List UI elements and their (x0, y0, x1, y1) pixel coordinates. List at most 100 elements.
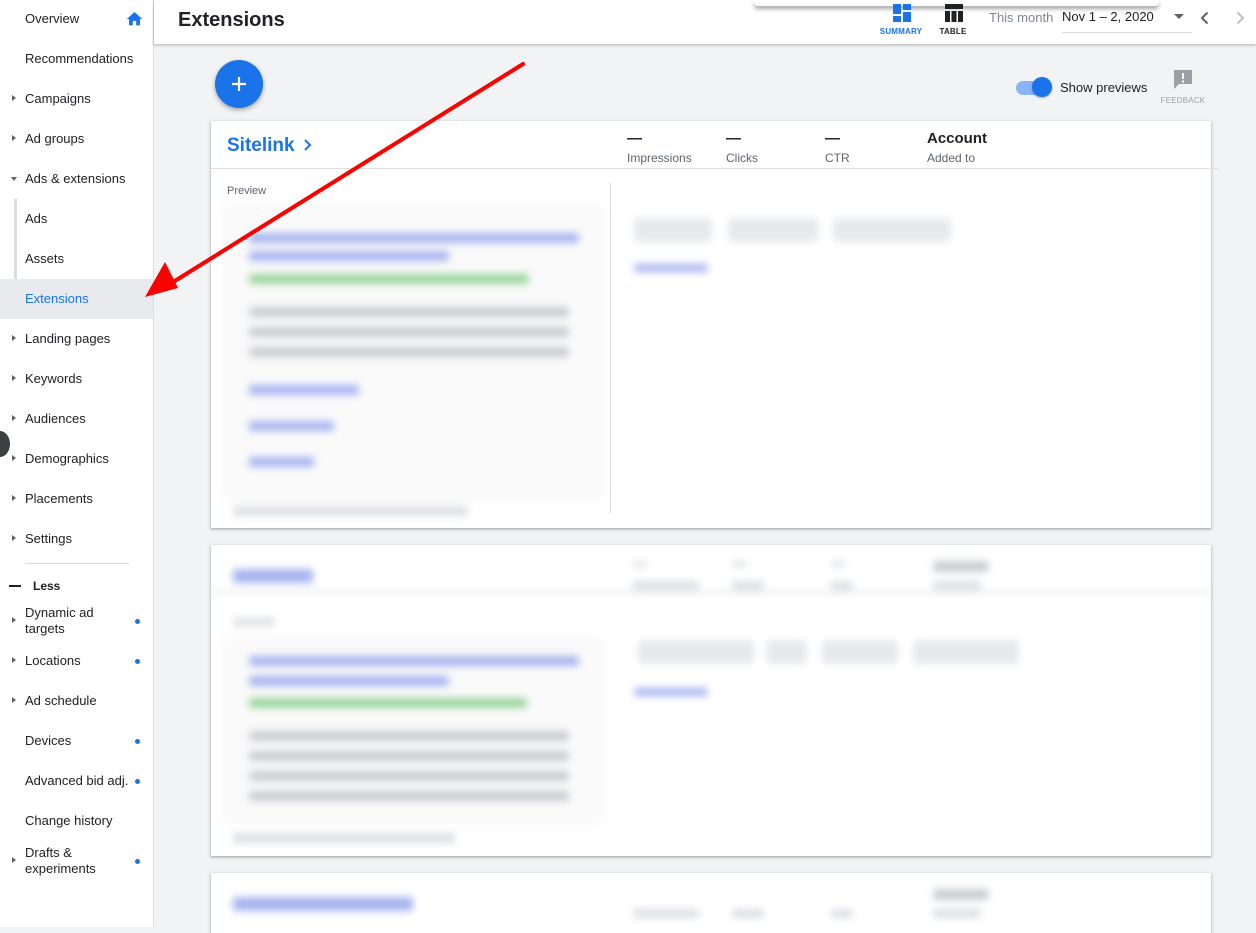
sidebar-item-label: Ad schedule (25, 693, 97, 708)
table-icon (945, 4, 963, 22)
sidebar-item-label: Ad groups (25, 131, 85, 146)
stat-name: Added to (927, 151, 976, 165)
sidebar-item-dynamic-ad-targets[interactable]: Dynamic ad targets (0, 601, 153, 641)
chevron-left-icon[interactable] (1197, 10, 1213, 26)
sidebar-item-label: Extensions (25, 291, 89, 306)
sidebar-item-label: Ads & extensions (25, 171, 126, 186)
sidebar: Overview Recommendations Campaigns Ad group… (0, 0, 154, 927)
date-range-picker[interactable]: Nov 1 – 2, 2020 (1062, 8, 1192, 33)
sidebar-item-assets[interactable]: Assets (0, 239, 153, 279)
caret-right-icon (12, 375, 16, 381)
dropdown-arrow-icon (1174, 14, 1184, 19)
extension-card-blurred (211, 873, 1211, 933)
less-label: Less (33, 579, 61, 593)
sidebar-item-ads-extensions[interactable]: Ads & extensions (0, 159, 153, 199)
sidebar-item-label: Advanced bid adj. (25, 773, 129, 788)
sidebar-item-label: Audiences (25, 411, 86, 426)
caret-right-icon (12, 95, 16, 101)
sidebar-item-label: Recommendations (25, 51, 134, 66)
page-header: Extensions SUMMARY TABLE This month Nov … (154, 0, 1256, 44)
sidebar-item-recommendations[interactable]: Recommendations (0, 39, 153, 79)
stat-impressions: — Impressions (627, 130, 692, 165)
sidebar-item-locations[interactable]: Locations (0, 641, 153, 681)
sidebar-item-audiences[interactable]: Audiences (0, 399, 153, 439)
summary-view-button[interactable]: SUMMARY (876, 0, 926, 44)
sidebar-item-campaigns[interactable]: Campaigns (0, 79, 153, 119)
sidebar-item-label: Assets (25, 251, 65, 266)
status-dot-icon (135, 738, 140, 744)
sidebar-item-label: Dynamic ad targets (25, 605, 94, 636)
show-previews-toggle[interactable] (1016, 77, 1054, 99)
sidebar-item-ads[interactable]: Ads (0, 199, 153, 239)
caret-right-icon (12, 455, 16, 461)
plus-icon (232, 77, 246, 91)
stat-value: — (627, 130, 642, 147)
extension-card-title-link[interactable]: Sitelink (227, 135, 314, 157)
sidebar-item-label: Overview (25, 11, 80, 26)
sidebar-item-keywords[interactable]: Keywords (0, 359, 153, 399)
sidebar-item-demographics[interactable]: Demographics (0, 439, 153, 479)
caret-right-icon (12, 335, 16, 341)
caret-down-icon (11, 177, 17, 181)
sidebar-item-placements[interactable]: Placements (0, 479, 153, 519)
less-toggle[interactable]: Less (0, 574, 153, 598)
sidebar-item-label: Devices (25, 733, 72, 748)
show-previews-label: Show previews (1060, 80, 1148, 95)
sidebar-item-extensions[interactable]: Extensions (0, 279, 153, 319)
blurred-card-content (211, 873, 1211, 933)
sidebar-item-label: Placements (25, 491, 93, 506)
sidebar-item-drafts-experiments[interactable]: Drafts & experiments (0, 841, 153, 881)
summary-label: SUMMARY (879, 27, 923, 36)
feedback-button[interactable]: FEEDBACK (1158, 68, 1208, 108)
add-extension-button[interactable] (215, 60, 263, 108)
nav-divider (25, 563, 129, 564)
chevron-right-icon[interactable] (1232, 10, 1248, 26)
stat-value: — (825, 130, 840, 147)
table-view-button[interactable]: TABLE (928, 0, 978, 44)
caret-right-icon (12, 697, 16, 703)
status-dot-icon (135, 618, 140, 624)
stat-added-to: Account Added to (927, 130, 987, 165)
sidebar-item-ad-schedule[interactable]: Ad schedule (0, 681, 153, 721)
caret-right-icon (12, 495, 16, 501)
sidebar-item-overview[interactable]: Overview (0, 0, 153, 39)
feedback-label: FEEDBACK (1160, 96, 1206, 105)
chevron-right-icon (304, 139, 312, 151)
sidebar-item-label: Change history (25, 813, 113, 828)
caret-right-icon (12, 857, 16, 863)
stat-clicks: — Clicks (726, 130, 758, 165)
blurred-card-content (211, 545, 1211, 856)
caret-right-icon (12, 617, 16, 623)
status-dot-icon (135, 778, 140, 784)
sidebar-item-landing-pages[interactable]: Landing pages (0, 319, 153, 359)
date-range-value: Nov 1 – 2, 2020 (1062, 9, 1154, 24)
stat-name: Impressions (627, 151, 692, 165)
extension-card-sitelink: Sitelink — Impressions — Clicks — CTR Ac… (211, 121, 1219, 531)
stat-ctr: — CTR (825, 130, 850, 165)
sidebar-item-label: Keywords (25, 371, 83, 386)
sidebar-item-ad-groups[interactable]: Ad groups (0, 119, 153, 159)
preview-label: Preview (227, 185, 267, 197)
date-preset-label: This month (989, 10, 1054, 25)
feedback-icon (1174, 70, 1192, 89)
sidebar-item-change-history[interactable]: Change history (0, 801, 153, 841)
sidebar-item-label: Ads (25, 211, 48, 226)
toggle-knob (1032, 77, 1052, 97)
stat-value: Account (927, 130, 987, 147)
sidebar-item-settings[interactable]: Settings (0, 519, 153, 559)
blurred-preview-content (211, 201, 1211, 531)
sidebar-item-label: Campaigns (25, 91, 91, 106)
table-label: TABLE (939, 27, 967, 36)
sidebar-item-devices[interactable]: Devices (0, 721, 153, 761)
stat-value: — (726, 130, 741, 147)
card-header-divider (211, 168, 1219, 169)
extension-card-blurred (211, 545, 1211, 856)
sidebar-item-label: Settings (25, 531, 72, 546)
stat-name: CTR (825, 151, 850, 165)
caret-right-icon (12, 657, 16, 663)
sidebar-item-label: Demographics (25, 451, 109, 466)
sidebar-item-label: Locations (25, 653, 81, 668)
status-dot-icon (135, 858, 140, 864)
card-title: Sitelink (227, 135, 295, 156)
sidebar-item-advanced-bid-adj[interactable]: Advanced bid adj. (0, 761, 153, 801)
